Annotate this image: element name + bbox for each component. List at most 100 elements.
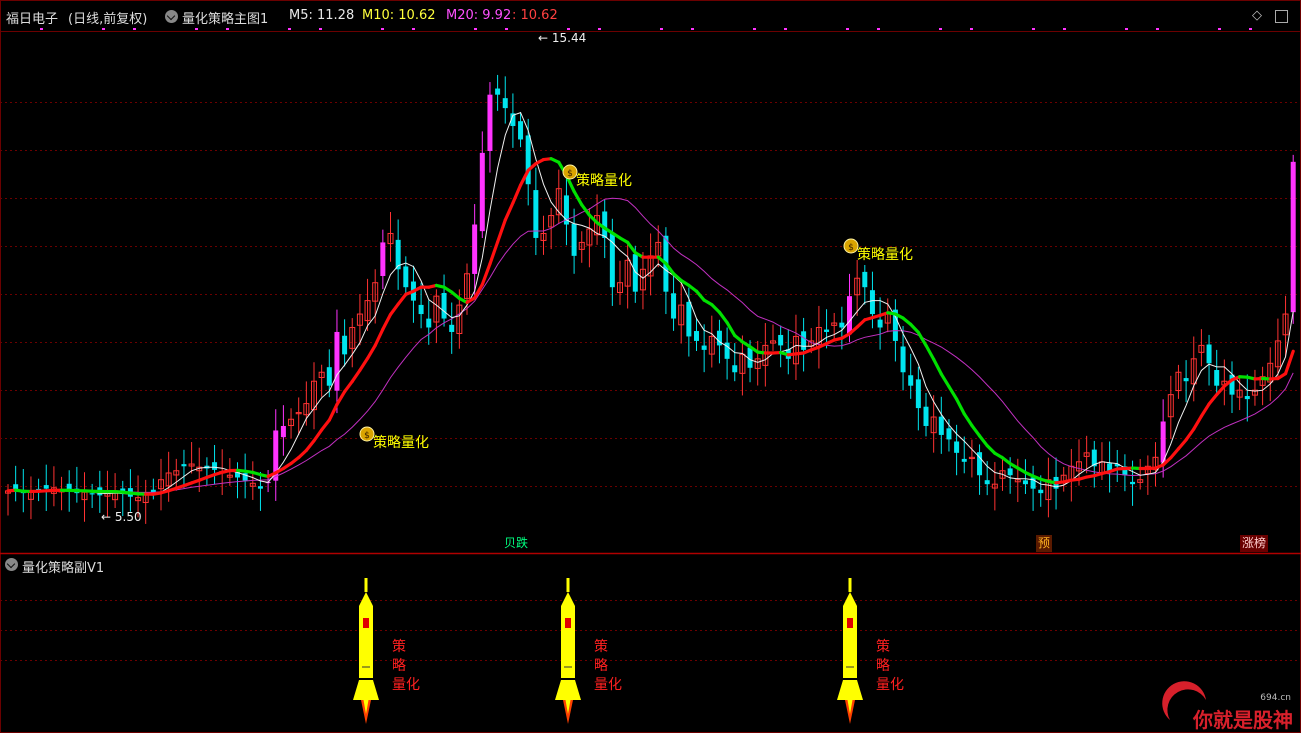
candle-body [441,292,447,319]
sub-indicator-name[interactable]: 量化策略副V1 [22,557,104,576]
candle-body [449,324,455,332]
ma5-line [7,111,1294,496]
ma10-segment [939,372,951,389]
ma10-segment [587,213,599,225]
ma10-segment [358,356,370,372]
candle-body [946,428,952,440]
ma10-segment [1169,447,1181,460]
watermark-url: 694.cn [1260,693,1291,703]
moving-averages [6,111,1295,496]
candle-body [862,271,868,288]
candle-body [43,485,49,489]
ma5-readout: M5: 11.28 [289,8,355,23]
candle-body [479,152,485,232]
ma10-segment [694,289,706,302]
candle-body [984,480,990,485]
candle-body [701,345,707,350]
low-label: ← 5.50 [101,510,142,524]
rocket-nose [561,592,575,606]
candle-body [908,375,914,386]
chart-mode: (日线,前复权) [68,12,148,27]
candle-body [839,322,845,328]
rocket-nose [843,592,857,606]
candle-body [1130,481,1136,485]
candle-body [212,462,218,470]
stock-name[interactable]: 福日电子 [6,8,58,27]
candle-body [1022,480,1028,485]
ma10-segment [388,302,400,317]
chevron-down-icon[interactable] [5,558,18,571]
ma10-segment [312,428,324,443]
strategy-label: 策略量化 [373,434,429,451]
vertical-label: 量化 [876,677,904,693]
candle-body [181,464,187,467]
candle-body [778,334,784,346]
ma10-segment [480,262,492,287]
candle-body [732,365,738,373]
candle-body [1038,489,1044,494]
candle-body [380,242,386,277]
rocket-window [847,618,853,628]
ma10-segment [350,368,362,384]
candle-body [257,486,263,489]
candle-body [342,335,348,355]
candle-body [571,223,577,256]
tag-gui: 贝跌 [504,536,529,550]
kline-chart[interactable]: ← 15.44← 5.50$ 策略量化$ 策略量化$ 策略量化 策略量化策略量化策略量… [0,0,1301,733]
ma10-segment [717,310,729,325]
candle-body [824,329,830,332]
ma10-segment [365,343,377,360]
maximize-icon[interactable] [1275,10,1288,23]
rocket-nose [359,592,373,606]
frame [0,0,1301,733]
rocket-window [363,618,369,628]
watermark-logo: 你就是股神 [1193,708,1293,732]
candle-body [403,266,409,288]
vertical-label: 策 [392,638,406,655]
candle-body [847,296,852,335]
ma10-readout: M10: 10.62 [362,8,436,23]
ma10-segment [381,312,393,331]
candle-body [426,318,432,328]
candle-body [1214,370,1220,386]
ma10-segment [962,412,974,428]
ma10-segment [710,303,722,314]
vertical-label: 略 [594,658,608,674]
candle-body [1007,468,1013,476]
rocket-fins [555,680,581,700]
ma10-segment [1176,438,1188,451]
money-bag-symbol: $ [848,243,854,253]
indicator-name[interactable]: 量化策略主图1 [182,8,268,27]
rocket-fins [837,680,863,700]
extra-readout: : 10.62 [512,8,558,23]
chevron-down-icon[interactable] [165,10,178,23]
ma10-segment [396,292,408,306]
ma10-segment [977,434,989,448]
sub-chart: 策略量化 策略量化 策略量化 [353,578,904,724]
rocket-antenna [848,578,852,592]
rocket-window [565,618,571,628]
ma10-segment [932,357,943,376]
candle-body [923,406,929,426]
ma10-segment [985,444,997,455]
candle-body [1206,344,1212,364]
strategy-label: 策略量化 [857,246,913,263]
ma10-segment [1184,427,1196,442]
ma10-segment [954,397,966,416]
ma10-segment [1192,414,1204,431]
candle-body [1160,421,1166,463]
candle-body [326,367,332,386]
diamond-icon[interactable]: ◇ [1252,8,1262,23]
candle-body [89,493,95,495]
candle-body [280,425,286,438]
ma10-segment [970,423,982,438]
ma10-segment [626,240,637,255]
candle-body [518,121,524,140]
money-bag-symbol: $ [567,169,573,179]
tag-yu: 预 [1036,535,1053,552]
ma10-segment [1215,384,1226,397]
candle-body [1244,396,1250,400]
strategy-label: 策略量化 [576,172,632,189]
candle-body [1183,378,1189,382]
money-bag-symbol: $ [364,431,370,441]
